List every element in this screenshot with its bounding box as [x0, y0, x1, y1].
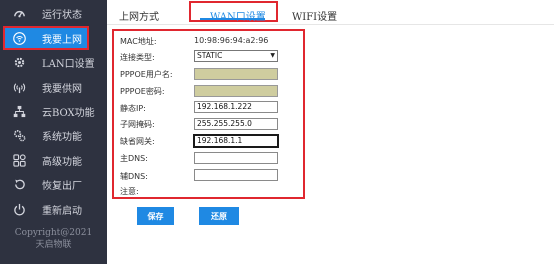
mac-label: MAC地址: — [120, 37, 157, 46]
copyright-line: Copyright@2021 — [14, 228, 93, 238]
sidebar-item-label: 系统功能 — [42, 131, 82, 143]
sidebar-item-label: LAN口设置 — [42, 58, 95, 70]
power-icon — [12, 202, 26, 216]
sidebar-item-cloudbox[interactable]: 云BOX功能 — [0, 99, 107, 123]
sidebar-item-internet[interactable]: 我要上网 — [3, 26, 89, 50]
static-ip-input[interactable]: 192.168.1.222 — [194, 101, 278, 113]
gateway-label: 缺省网关: — [120, 137, 155, 146]
pppoe-user-input[interactable] — [194, 68, 278, 80]
pppoe-pass-input[interactable] — [194, 85, 278, 97]
sidebar-item-label: 我要上网 — [42, 34, 82, 46]
secondary-dns-label: 辅DNS: — [120, 172, 148, 181]
primary-dns-label: 主DNS: — [120, 154, 148, 163]
pppoe-user-label: PPPOE用户名: — [120, 70, 173, 79]
static-ip-label: 静态IP: — [120, 104, 146, 113]
save-button[interactable]: 保存 — [137, 207, 174, 225]
pppoe-pass-label: PPPOE密码: — [120, 87, 165, 96]
sidebar-item-label: 重新启动 — [42, 205, 82, 217]
mac-value: 10:98:96:94:a2:96 — [194, 36, 269, 45]
copyright: Copyright@2021 天启物联 — [0, 227, 107, 251]
sidebar-item-factory-reset[interactable]: 恢复出厂 — [0, 172, 107, 196]
sidebar-item-label: 云BOX功能 — [42, 107, 95, 119]
conn-type-value: STATIC — [197, 51, 223, 60]
sidebar-item-label: 我要供网 — [42, 83, 82, 95]
grid-icon — [12, 153, 26, 167]
tab-active-underline — [200, 18, 265, 20]
gateway-input[interactable]: 192.168.1.1 — [193, 134, 279, 148]
note-label: 注意: — [120, 187, 139, 196]
company-name: 天启物联 — [35, 240, 72, 250]
sidebar-item-label: 恢复出厂 — [42, 180, 82, 192]
conn-type-label: 连接类型: — [120, 53, 155, 62]
wifi-icon — [12, 31, 26, 45]
tab-connection-method[interactable]: 上网方式 — [119, 8, 159, 23]
broadcast-icon — [12, 80, 26, 94]
secondary-dns-input[interactable] — [194, 169, 278, 181]
sidebar-item-label: 高级功能 — [42, 156, 82, 168]
network-icon — [12, 104, 26, 118]
tab-wifi-settings[interactable]: WIFI设置 — [292, 8, 337, 23]
tab-wan-settings[interactable]: WAN口设置 — [210, 8, 266, 23]
tabs-divider — [107, 24, 554, 25]
sidebar-item-lan[interactable]: LAN口设置 — [0, 50, 107, 74]
restore-button[interactable]: 还原 — [199, 207, 239, 225]
chevron-down-icon: ▼ — [270, 52, 275, 59]
gears-icon — [12, 128, 26, 142]
sidebar-item-system[interactable]: 系统功能 — [0, 123, 107, 147]
sidebar-item-label: 运行状态 — [42, 9, 82, 21]
sidebar-item-advanced[interactable]: 高级功能 — [0, 148, 107, 172]
sidebar-item-status[interactable]: 运行状态 — [0, 1, 107, 25]
conn-type-select[interactable]: STATIC ▼ — [194, 50, 278, 62]
sidebar-item-provide-network[interactable]: 我要供网 — [0, 75, 107, 99]
dashboard-icon — [12, 6, 26, 20]
restore-icon — [12, 177, 26, 191]
subnet-label: 子网掩码: — [120, 120, 155, 129]
subnet-input[interactable]: 255.255.255.0 — [194, 118, 278, 130]
gear-icon — [12, 55, 26, 69]
sidebar: 运行状态 我要上网 LAN口设置 我要供网 云BOX功能 系统功能 高级功能 恢… — [0, 0, 107, 264]
primary-dns-input[interactable] — [194, 152, 278, 164]
sidebar-item-reboot[interactable]: 重新启动 — [0, 197, 107, 221]
